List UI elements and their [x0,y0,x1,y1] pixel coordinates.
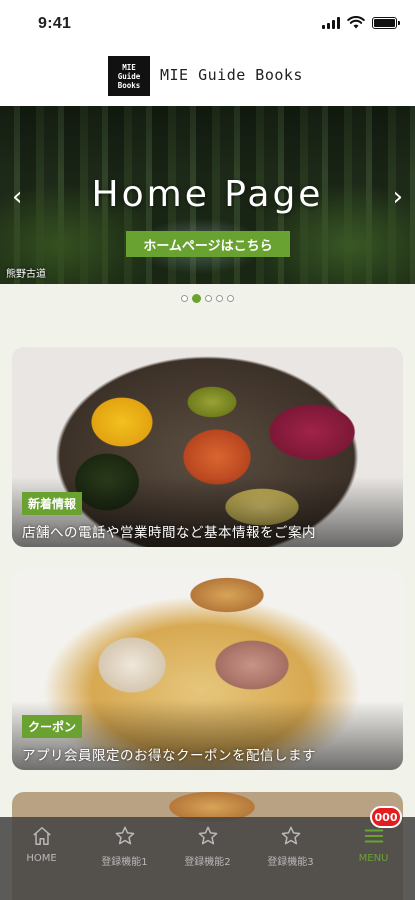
carousel-dot[interactable] [181,295,188,302]
battery-icon [372,16,400,29]
star-icon [281,826,300,845]
hero-title: Home Page [91,174,324,215]
logo-line: MIE [122,62,136,72]
star-icon [198,826,217,845]
card-tag: 新着情報 [22,492,83,515]
carousel-dots [0,294,415,303]
tab-label: HOME [26,853,57,864]
card-description: 店舗への電話や営業時間など基本情報をご案内 [22,525,316,541]
wifi-icon [347,16,365,29]
homepage-button[interactable]: ホームページはこちら [126,231,290,257]
status-icons [322,16,400,29]
carousel-dot[interactable] [227,295,234,302]
tab-menu[interactable]: MENU [332,817,415,900]
hero-caption: 熊野古道 [6,269,46,280]
carousel-dot[interactable] [216,295,223,302]
tab-label: 登録機能3 [267,857,314,868]
card-description: アプリ会員限定のお得なクーポンを配信します [22,748,316,764]
tab-label: MENU [358,853,389,864]
logo-line: Guide [117,71,141,81]
coupon-card[interactable]: クーポン アプリ会員限定のお得なクーポンを配信します [12,570,403,770]
app-logo[interactable]: MIE Guide Books [108,56,150,96]
logo-line: Books [117,80,141,90]
carousel-dot[interactable] [205,295,212,302]
tab-feature-1[interactable]: 登録機能1 [83,817,166,900]
news-card[interactable]: 新着情報 店舗への電話や営業時間など基本情報をご案内 [12,347,403,547]
bottom-tab-bar: HOME 登録機能1 登録機能2 登録機能3 MENU [0,817,415,900]
tab-home[interactable]: HOME [0,817,83,900]
tab-feature-3[interactable]: 登録機能3 [249,817,332,900]
star-icon [115,826,134,845]
tab-label: 登録機能1 [101,857,148,868]
tab-feature-2[interactable]: 登録機能2 [166,817,249,900]
card-tag: クーポン [22,715,83,738]
hero-banner[interactable]: ‹ › Home Page ホームページはこちら 熊野古道 [0,106,415,284]
carousel-dot-active[interactable] [192,294,201,303]
menu-icon [364,829,383,843]
tab-label: 登録機能2 [184,857,231,868]
home-icon [32,827,51,845]
status-bar: 9:41 [0,0,415,50]
app-header: MIE Guide Books MIE Guide Books [0,50,415,106]
notification-badge: 000 [370,806,402,828]
app-title: MIE Guide Books [160,66,303,84]
cellular-signal-icon [322,16,340,29]
status-time: 9:41 [38,15,72,32]
